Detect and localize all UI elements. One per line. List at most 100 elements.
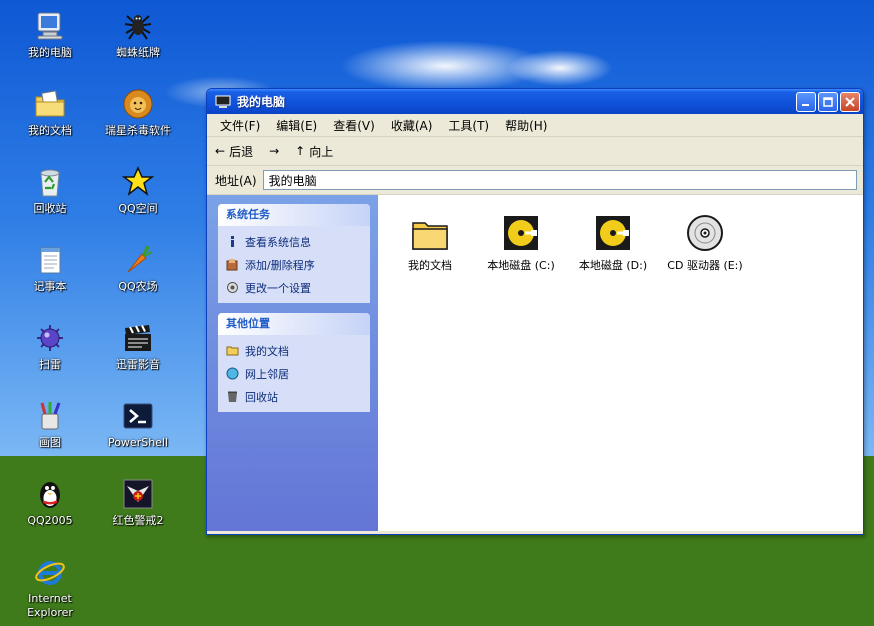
desktop-icon-qq-space[interactable]: QQ空间: [96, 166, 180, 216]
desktop-icon-spider-solitaire[interactable]: 蜘蛛纸牌: [96, 10, 180, 60]
hard-disk-icon: [596, 216, 630, 250]
desktop-icon-label: 记事本: [33, 280, 67, 293]
address-input[interactable]: 我的电脑: [262, 170, 857, 190]
ie-icon: [35, 561, 65, 585]
documents-folder-icon: [35, 90, 65, 117]
item-label: CD 驱动器 (E:): [667, 259, 743, 272]
folder-icon: [226, 346, 239, 356]
star-icon: [122, 166, 154, 196]
place-label: 网上邻居: [245, 367, 289, 381]
folder-icon: [412, 222, 448, 250]
network-icon: [226, 367, 239, 380]
clapperboard-icon: [125, 325, 151, 351]
red-alert-icon: [123, 479, 153, 509]
desktop-icon-minesweeper[interactable]: 扫雷: [8, 322, 92, 372]
item-drive-c[interactable]: 本地磁盘 (C:): [473, 213, 569, 273]
close-icon: [845, 96, 855, 107]
other-places-title[interactable]: 其他位置: [218, 313, 370, 335]
desktop-icon-label: 蜘蛛纸牌: [116, 46, 160, 59]
menu-bar: 文件(F) 编辑(E) 查看(V) 收藏(A) 工具(T) 帮助(H): [207, 114, 863, 137]
desktop-icon-label: 我的电脑: [28, 46, 72, 59]
desktop-icon-internet-explorer[interactable]: Internet Explorer: [8, 556, 92, 620]
desktop-icon-paint[interactable]: 画图: [8, 400, 92, 450]
penguin-icon: [40, 482, 60, 508]
menu-edit[interactable]: 编辑(E): [269, 115, 324, 136]
task-add-remove-programs[interactable]: 添加/删除程序: [226, 253, 370, 276]
info-icon: [231, 236, 234, 247]
file-view: 我的文档 本地磁盘 (C:) 本地磁盘 (D:) CD 驱动器 (E:): [378, 195, 863, 531]
hard-disk-icon: [504, 216, 538, 250]
title-bar[interactable]: 我的电脑: [207, 89, 863, 114]
notepad-icon: [40, 247, 61, 274]
desktop-icon-label: 画图: [39, 436, 61, 449]
item-my-documents[interactable]: 我的文档: [382, 213, 478, 273]
place-label: 我的文档: [245, 344, 289, 358]
maximize-button[interactable]: [818, 91, 838, 112]
place-network[interactable]: 网上邻居: [226, 362, 370, 385]
menu-file[interactable]: 文件(F): [213, 115, 267, 136]
place-my-documents[interactable]: 我的文档: [226, 339, 370, 362]
desktop-icon-notepad[interactable]: 记事本: [8, 244, 92, 294]
powershell-icon: [123, 403, 153, 429]
menu-favorites[interactable]: 收藏(A): [384, 115, 440, 136]
system-tasks-title[interactable]: 系统任务: [218, 204, 370, 226]
place-recycle-bin[interactable]: 回收站: [226, 385, 370, 408]
system-tasks-panel: 系统任务 查看系统信息 添加/删除程序 更改一个设置: [218, 204, 370, 303]
spider-icon: [124, 15, 152, 40]
item-label: 本地磁盘 (C:): [487, 259, 555, 272]
address-label: 地址(A): [215, 173, 257, 188]
desktop-icon-label: 瑞星杀毒软件: [105, 124, 171, 137]
item-cd-drive-e[interactable]: CD 驱动器 (E:): [657, 213, 753, 273]
recycle-bin-icon: [40, 169, 60, 197]
window-title: 我的电脑: [237, 95, 286, 109]
desktop-icon-label: QQ农场: [118, 280, 158, 293]
back-button[interactable]: ← 后退: [215, 143, 253, 160]
place-label: 回收站: [245, 390, 278, 404]
forward-button[interactable]: →: [269, 144, 279, 158]
desktop-icon-my-documents[interactable]: 我的文档: [8, 88, 92, 138]
menu-help[interactable]: 帮助(H): [498, 115, 554, 136]
add-remove-programs-icon: [226, 259, 238, 271]
task-change-setting[interactable]: 更改一个设置: [226, 276, 370, 299]
settings-icon: [227, 282, 238, 293]
toolbar: ← 后退 → ↑ 向上: [207, 137, 863, 166]
task-label: 更改一个设置: [245, 281, 311, 295]
other-places-panel: 其他位置 我的文档 网上邻居 回收站: [218, 313, 370, 412]
close-button[interactable]: [840, 91, 860, 112]
desktop-icon-rising-antivirus[interactable]: 瑞星杀毒软件: [96, 88, 180, 138]
item-drive-d[interactable]: 本地磁盘 (D:): [565, 213, 661, 273]
desktop-icon-qq-farm[interactable]: QQ农场: [96, 244, 180, 294]
menu-tools[interactable]: 工具(T): [441, 115, 496, 136]
arrow-left-icon: ←: [215, 144, 226, 158]
up-button[interactable]: ↑ 向上: [295, 143, 333, 160]
paint-icon: [40, 402, 61, 430]
minimize-button[interactable]: [796, 91, 816, 112]
desktop-icon-thunder-player[interactable]: 迅雷影音: [96, 322, 180, 372]
maximize-icon: [823, 96, 833, 107]
menu-view[interactable]: 查看(V): [326, 115, 382, 136]
task-view-system-info[interactable]: 查看系统信息: [226, 230, 370, 253]
computer-icon: [37, 12, 63, 40]
desktop-icon-label: Internet Explorer: [27, 592, 73, 619]
arrow-up-icon: ↑: [295, 144, 306, 158]
desktop-icon-label: 扫雷: [39, 358, 61, 371]
desktop-icon-my-computer[interactable]: 我的电脑: [8, 10, 92, 60]
up-label: 向上: [309, 144, 334, 159]
carrot-icon: [127, 245, 153, 273]
desktop-icon-powershell[interactable]: PowerShell: [96, 400, 180, 450]
recycle-bin-icon: [228, 391, 237, 402]
desktop-icon-label: 我的文档: [28, 124, 72, 137]
desktop-icon-label: 迅雷影音: [116, 358, 160, 371]
desktop-icon-recycle-bin[interactable]: 回收站: [8, 166, 92, 216]
desktop-icon-label: 红色警戒2: [112, 514, 164, 527]
desktop-icon-red-alert-2[interactable]: 红色警戒2: [96, 478, 180, 528]
desktop-icon-label: QQ2005: [27, 514, 73, 527]
task-label: 添加/删除程序: [245, 258, 315, 272]
computer-icon: [215, 95, 231, 108]
back-label: 后退: [229, 144, 254, 159]
task-label: 查看系统信息: [245, 235, 311, 249]
address-bar: 地址(A) 我的电脑: [207, 166, 863, 195]
desktop-icon-qq2005[interactable]: QQ2005: [8, 478, 92, 528]
mine-icon: [37, 325, 63, 351]
minimize-icon: [802, 103, 809, 106]
